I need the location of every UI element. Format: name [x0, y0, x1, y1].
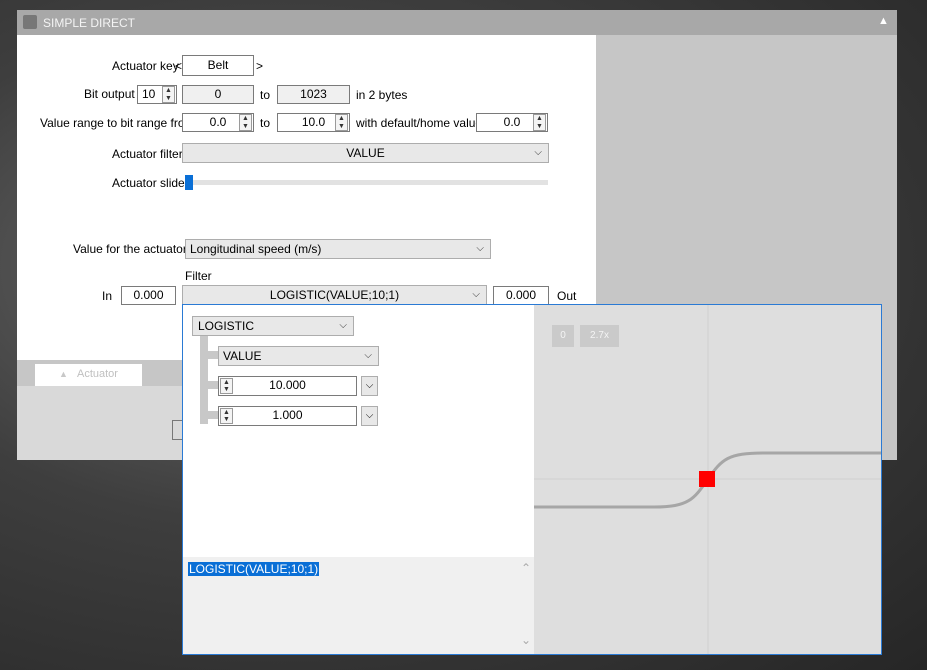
bytes-label: in 2 bytes	[356, 88, 408, 102]
arg1-select[interactable]: VALUE ⌵	[218, 346, 379, 366]
filter-expression-value: LOGISTIC(VALUE;10;1)	[269, 288, 400, 302]
arg2-stepper[interactable]: 10.000	[218, 376, 357, 396]
bit-to-field: 1023	[277, 85, 350, 104]
value-for-actuator-label: Value for the actuator	[73, 242, 187, 256]
arg3-value: 1.000	[272, 408, 303, 422]
spin-down-icon[interactable]: ▼	[221, 386, 232, 393]
graph-canvas	[534, 305, 881, 654]
spin-up-icon[interactable]: ▲	[240, 115, 251, 123]
scroll-down-icon[interactable]: ⌄	[521, 633, 531, 647]
tab-actuator-label: Actuator	[77, 368, 118, 380]
bit-from-field: 0	[182, 85, 254, 104]
spin-up-icon[interactable]: ▲	[221, 379, 232, 386]
bit-output-label: Bit output	[84, 87, 135, 101]
arg2-spinner[interactable]: ▲ ▼	[220, 378, 233, 394]
expression-editor[interactable]: LOGISTIC(VALUE;10;1) ⌃ ⌄	[183, 557, 534, 654]
current-value-marker	[699, 471, 715, 487]
range-to-label: to	[260, 116, 271, 130]
arg2-value: 10.000	[269, 378, 306, 392]
tree-connector	[200, 335, 208, 424]
default-value-spinner[interactable]: ▲ ▼	[533, 114, 546, 131]
actuator-key-label: Actuator key	[112, 59, 179, 73]
range-from-value: 0.0	[209, 115, 227, 129]
actuator-slider-label: Actuator slider	[112, 176, 189, 190]
value-range-label: Value range to bit range from	[40, 116, 195, 130]
value-for-actuator-value: Longitudinal speed (m/s)	[190, 242, 322, 256]
expression-scrollbar[interactable]: ⌃ ⌄	[516, 557, 534, 654]
spin-down-icon[interactable]: ▼	[240, 123, 251, 131]
actuator-key-next-button[interactable]: >	[256, 59, 263, 73]
function-value: LOGISTIC	[198, 319, 255, 333]
filter-expression-select[interactable]: LOGISTIC(VALUE;10;1) ⌵	[182, 285, 487, 305]
collapse-triangle-icon[interactable]: ▲	[878, 15, 889, 27]
range-from-spinner[interactable]: ▲ ▼	[239, 114, 252, 131]
range-to-value: 10.0	[301, 115, 326, 129]
filter-label: Filter	[185, 269, 212, 283]
scroll-up-icon[interactable]: ⌃	[521, 561, 531, 575]
chevron-down-icon: ⌵	[472, 289, 480, 300]
actuator-key-prev-button[interactable]: <	[175, 59, 182, 73]
chevron-down-icon: ⌵	[364, 350, 372, 361]
chevron-down-icon: ⌵	[339, 320, 347, 331]
tab-actuator[interactable]: ▲ Actuator	[35, 364, 142, 386]
actuator-filter-select[interactable]: VALUE ⌵	[182, 143, 549, 163]
spin-down-icon[interactable]: ▼	[221, 416, 232, 423]
in-label: In	[102, 289, 113, 303]
out-label: Out	[557, 289, 577, 303]
default-value: 0.0	[503, 115, 521, 129]
spin-up-icon[interactable]: ▲	[336, 115, 347, 123]
filter-editor-popup: LOGISTIC ⌵ VALUE ⌵ 10.000 ▲ ▼ ⌵ 1.000 ▲ …	[182, 304, 882, 655]
chevron-down-icon: ⌵	[365, 380, 374, 391]
chevron-down-icon: ⌵	[365, 410, 374, 421]
arg3-spinner[interactable]: ▲ ▼	[220, 408, 233, 424]
spin-up-icon[interactable]: ▲	[221, 409, 232, 416]
arg3-stepper[interactable]: 1.000	[218, 406, 357, 426]
bit-to-label: to	[260, 88, 271, 102]
spin-up-icon[interactable]: ▲	[163, 87, 174, 95]
arg2-dropdown-button[interactable]: ⌵	[361, 376, 378, 396]
in-value-field: 0.000	[121, 286, 176, 305]
actuator-filter-value: VALUE	[346, 146, 385, 160]
tab-triangle-icon: ▲	[59, 369, 68, 379]
spin-down-icon[interactable]: ▼	[163, 95, 174, 103]
chevron-down-icon: ⌵	[476, 243, 484, 254]
actuator-slider-thumb[interactable]	[185, 175, 193, 190]
chevron-down-icon: ⌵	[534, 147, 542, 158]
function-select[interactable]: LOGISTIC ⌵	[192, 316, 354, 336]
app-cube-icon	[23, 15, 37, 29]
out-value-field: 0.000	[493, 286, 549, 305]
actuator-key-field[interactable]: Belt	[182, 55, 254, 76]
actuator-slider-track[interactable]	[185, 180, 548, 185]
arg1-value: VALUE	[223, 349, 262, 363]
spin-down-icon[interactable]: ▼	[336, 123, 347, 131]
expression-text[interactable]: LOGISTIC(VALUE;10;1)	[188, 562, 320, 576]
bit-output-value: 10	[142, 87, 156, 101]
bit-output-spinner[interactable]: ▲ ▼	[162, 86, 175, 103]
window-title: SIMPLE DIRECT	[43, 16, 136, 30]
default-value-label: with default/home value	[356, 116, 483, 130]
function-graph[interactable]: 0 2.7x	[534, 305, 881, 654]
title-bar[interactable]: SIMPLE DIRECT ▲	[17, 10, 897, 35]
spin-down-icon[interactable]: ▼	[534, 123, 545, 131]
arg3-dropdown-button[interactable]: ⌵	[361, 406, 378, 426]
range-to-spinner[interactable]: ▲ ▼	[335, 114, 348, 131]
value-for-actuator-select[interactable]: Longitudinal speed (m/s) ⌵	[185, 239, 491, 259]
spin-up-icon[interactable]: ▲	[534, 115, 545, 123]
actuator-filter-label: Actuator filter	[112, 147, 183, 161]
